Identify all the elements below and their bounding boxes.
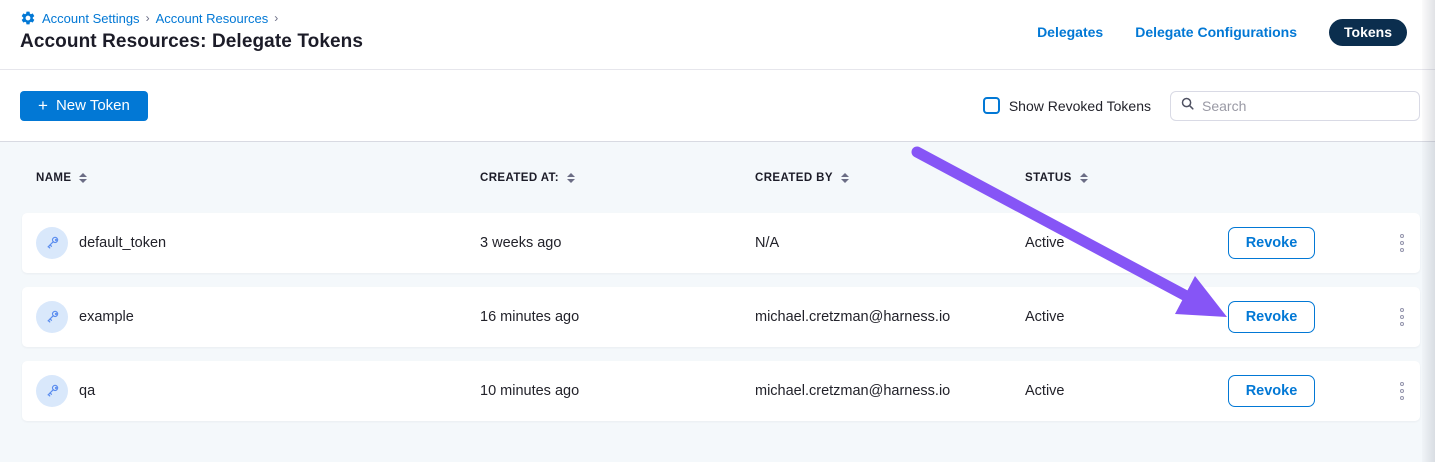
breadcrumb-separator: › — [146, 11, 150, 25]
nav-link-delegates[interactable]: Delegates — [1037, 24, 1103, 40]
token-key-icon — [36, 375, 68, 407]
show-revoked-label[interactable]: Show Revoked Tokens — [1009, 98, 1151, 114]
revoke-button[interactable]: Revoke — [1228, 375, 1315, 407]
table-header-row: NAME CREATED AT: CREATED BY STATUS — [22, 142, 1420, 213]
table-row-example[interactable]: example 16 minutes ago michael.cretzman@… — [22, 287, 1420, 347]
new-token-label: New Token — [56, 97, 130, 114]
token-name: qa — [79, 383, 95, 399]
row-menu-icon[interactable] — [1396, 230, 1408, 256]
column-header-name[interactable]: NAME — [22, 172, 480, 184]
token-created-at: 16 minutes ago — [480, 309, 755, 325]
search-box — [1170, 91, 1420, 121]
token-created-by: N/A — [755, 235, 1025, 251]
page-title: Account Resources: Delegate Tokens — [20, 31, 363, 53]
new-token-button[interactable]: + New Token — [20, 91, 148, 121]
row-menu-icon[interactable] — [1396, 304, 1408, 330]
row-menu-icon[interactable] — [1396, 378, 1408, 404]
column-header-created-by[interactable]: CREATED BY — [755, 172, 1025, 184]
settings-gear-icon — [20, 10, 36, 26]
breadcrumb: Account Settings › Account Resources › — [20, 0, 363, 26]
token-created-at: 10 minutes ago — [480, 383, 755, 399]
token-created-by: michael.cretzman@harness.io — [755, 383, 1025, 399]
token-created-at: 3 weeks ago — [480, 235, 755, 251]
nav-pill-tokens[interactable]: Tokens — [1329, 19, 1407, 46]
nav-link-delegate-configurations[interactable]: Delegate Configurations — [1135, 24, 1297, 40]
table-row-default-token[interactable]: default_token 3 weeks ago N/A Active Rev… — [22, 213, 1420, 273]
column-header-status[interactable]: STATUS — [1025, 172, 1228, 184]
page-header: Account Settings › Account Resources › A… — [0, 0, 1435, 70]
search-icon — [1180, 96, 1195, 116]
revoke-button[interactable]: Revoke — [1228, 227, 1315, 259]
toolbar: + New Token Show Revoked Tokens — [0, 70, 1435, 142]
revoke-button[interactable]: Revoke — [1228, 301, 1315, 333]
sort-icon[interactable] — [567, 173, 575, 183]
breadcrumb-link-account-resources[interactable]: Account Resources — [156, 11, 269, 26]
sort-icon[interactable] — [841, 173, 849, 183]
column-header-created-at[interactable]: CREATED AT: — [480, 172, 755, 184]
token-name: default_token — [79, 235, 166, 251]
header-nav: Delegates Delegate Configurations Tokens — [1037, 4, 1407, 60]
token-status: Active — [1025, 235, 1228, 251]
plus-icon: + — [38, 97, 48, 114]
show-revoked-checkbox[interactable] — [983, 97, 1000, 114]
search-input[interactable] — [1202, 98, 1410, 114]
tokens-table: NAME CREATED AT: CREATED BY STATUS — [0, 142, 1435, 462]
scrollbar[interactable] — [1422, 0, 1435, 462]
breadcrumb-separator: › — [274, 11, 278, 25]
table-row-qa[interactable]: qa 10 minutes ago michael.cretzman@harne… — [22, 361, 1420, 421]
toolbar-right: Show Revoked Tokens — [983, 91, 1420, 121]
sort-icon[interactable] — [1080, 173, 1088, 183]
delegate-tokens-page: Account Settings › Account Resources › A… — [0, 0, 1435, 462]
header-left: Account Settings › Account Resources › A… — [20, 0, 363, 69]
token-status: Active — [1025, 309, 1228, 325]
token-created-by: michael.cretzman@harness.io — [755, 309, 1025, 325]
breadcrumb-link-account-settings[interactable]: Account Settings — [42, 11, 140, 26]
token-name: example — [79, 309, 134, 325]
token-key-icon — [36, 227, 68, 259]
token-key-icon — [36, 301, 68, 333]
token-status: Active — [1025, 383, 1228, 399]
sort-icon[interactable] — [79, 173, 87, 183]
